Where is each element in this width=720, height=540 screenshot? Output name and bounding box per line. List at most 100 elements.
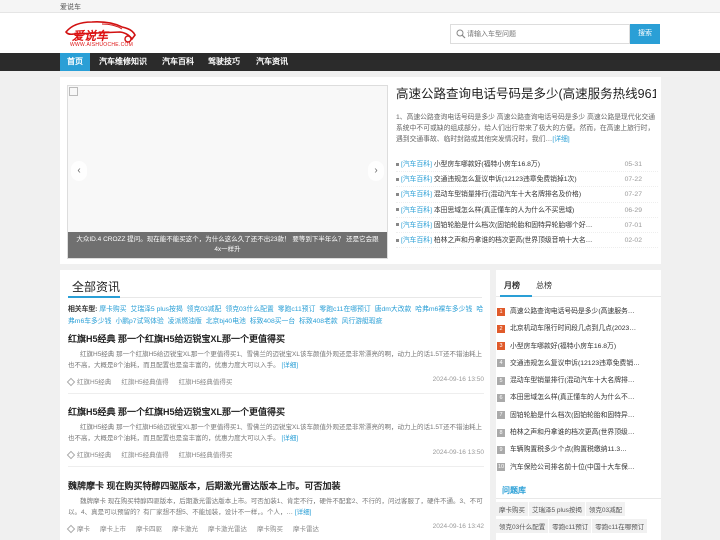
article-description: 红旗H5经典 那一个红旗H5给迈锐宝XL那一个更值得买1、雪佛兰的迈锐宝XL该车… xyxy=(68,424,482,442)
article-tag[interactable]: 红旗H5经典值得买 xyxy=(179,452,233,459)
article-title[interactable]: 红旗H5经典 那一个红旗H5给迈锐宝XL那一个更值得买 xyxy=(68,332,484,345)
rank-item[interactable]: 7 固铂轮胎是什么档次(固铂轮胎和固特异… xyxy=(496,407,661,424)
model-tag[interactable]: 零跑c11在哪预订 xyxy=(319,306,370,313)
search-button[interactable]: 搜索 xyxy=(630,24,660,44)
image-slider[interactable]: ‹ › 大众ID.4 CROZZ 提问。现在能不能买这个，为什么这么久了还不出2… xyxy=(67,85,388,259)
article-tag[interactable]: 摩卡激光 xyxy=(172,526,198,533)
slider-prev-button[interactable]: ‹ xyxy=(71,161,87,181)
nav-driving-tips[interactable]: 驾驶技巧 xyxy=(201,53,247,71)
question-tag[interactable]: 摩卡购买 xyxy=(496,502,528,516)
bullet-icon xyxy=(396,162,399,166)
question-tag[interactable]: 艾瑞泽5 plus按揭 xyxy=(529,502,585,516)
article-tag[interactable]: 红旗H5经典值得 xyxy=(121,379,168,386)
nav-home[interactable]: 首页 xyxy=(60,53,90,71)
list-title[interactable]: 混动车型销量排行(混动汽车十大名牌排名及价格) xyxy=(434,191,581,198)
news-panel: 全部资讯 相关车型: 摩卡购买 艾瑞泽5 plus按揭 领克03减配 领克03什么配置… xyxy=(60,270,490,540)
list-item[interactable]: [汽车百科] 交通违规怎么复议申诉(12123违章免费销掉1次) 07-22 xyxy=(396,172,658,188)
rank-item[interactable]: 9 车辆购置税多少个点(购置税缴纳11.3… xyxy=(496,441,661,458)
model-tag[interactable]: 小鹏p7试驾体验 xyxy=(115,318,163,325)
nav-repair-knowledge[interactable]: 汽车维修知识 xyxy=(92,53,154,71)
list-title[interactable]: 柏林之声和丹拿谁的档次更高(世界顶级音响十大名… xyxy=(434,237,593,244)
model-tag[interactable]: 领克03什么配置 xyxy=(225,306,273,313)
tab-total[interactable]: 总榜 xyxy=(536,280,552,291)
model-tag[interactable]: 凌派燃油版 xyxy=(168,318,202,325)
featured-more-link[interactable]: [详细] xyxy=(552,136,569,143)
model-tag[interactable]: 零跑c11预订 xyxy=(278,306,316,313)
site-name[interactable]: 爱说车 xyxy=(60,2,81,12)
rank-item[interactable]: 6 本田思域怎么样(真正懂车的人为什么不… xyxy=(496,389,661,406)
question-tag[interactable]: 领克03什么配置 xyxy=(496,519,549,533)
list-category[interactable]: [汽车百科] xyxy=(401,222,432,229)
article-tag[interactable]: 摩卡购买 xyxy=(257,526,283,533)
list-item[interactable]: [汽车百科] 柏林之声和丹拿谁的档次更高(世界顶级音响十大名… 02-02 xyxy=(396,233,658,249)
rank-title[interactable]: 固铂轮胎是什么档次(固铂轮胎和固特异… xyxy=(510,412,635,419)
rank-item[interactable]: 3 小型房车哪款好(福特小房车16.8万) xyxy=(496,338,661,355)
search-input[interactable] xyxy=(467,27,627,41)
rank-item[interactable]: 8 柏林之声和丹拿谁的档次更高(世界顶级… xyxy=(496,424,661,441)
rank-title[interactable]: 北京机动车限行时间段几点到几点(2023… xyxy=(510,325,636,332)
rank-item[interactable]: 1 高速公路查询电话号码是多少(高速服务… xyxy=(496,303,661,320)
site-logo[interactable]: 爱说车 WWW.AISHUOCHE.COM xyxy=(62,18,140,50)
list-category[interactable]: [汽车百科] xyxy=(401,176,432,183)
list-item[interactable]: [汽车百科] 固铂轮胎是什么档次(固铂轮胎和固特异轮胎哪个好… 07-01 xyxy=(396,218,658,233)
model-tag[interactable]: 北京bj40电池 xyxy=(206,318,246,325)
list-title[interactable]: 本田思域怎么样(真正懂车的人为什么不买思域) xyxy=(434,207,574,214)
rank-title[interactable]: 混动车型销量排行(混动汽车十大名牌排… xyxy=(510,377,635,384)
list-category[interactable]: [汽车百科] xyxy=(401,191,432,198)
article-more-link[interactable]: [详细] xyxy=(281,362,298,369)
article-more-link[interactable]: [详细] xyxy=(281,435,298,442)
model-tag[interactable]: 标致408买一台 xyxy=(250,318,295,325)
list-title[interactable]: 交通违规怎么复议申诉(12123违章免费销掉1次) xyxy=(434,176,577,183)
article-tag[interactable]: 红旗H5经典值得 xyxy=(121,452,168,459)
model-tag[interactable]: 艾瑞泽5 plus按揭 xyxy=(131,306,183,313)
list-category[interactable]: [汽车百科] xyxy=(401,237,432,244)
question-tag[interactable]: 零跑c11预订 xyxy=(549,519,592,533)
nav-car-news[interactable]: 汽车资讯 xyxy=(249,53,295,71)
rank-title[interactable]: 本田思域怎么样(真正懂车的人为什么不… xyxy=(510,394,635,401)
article-tag[interactable]: 摩卡四驱 xyxy=(136,526,162,533)
tab-monthly[interactable]: 月榜 xyxy=(504,280,520,291)
article-tag[interactable]: 红旗H5经典值得买 xyxy=(179,379,233,386)
question-library: 问题库 摩卡购买 艾瑞泽5 plus按揭 领克03减配领克03什么配置 零跑c11预订… xyxy=(496,483,661,536)
list-category[interactable]: [汽车百科] xyxy=(401,207,432,214)
rank-title[interactable]: 柏林之声和丹拿谁的档次更高(世界顶级… xyxy=(510,429,635,436)
article-tag[interactable]: 摩卡激光雷达 xyxy=(208,526,247,533)
article-title[interactable]: 魏牌摩卡 现在购买特醇四驱版本，后期激光雷达版本上市。可否加装 xyxy=(68,479,484,492)
slider-next-button[interactable]: › xyxy=(368,161,384,181)
rank-item[interactable]: 5 混动车型销量排行(混动汽车十大名牌排… xyxy=(496,372,661,389)
article-title[interactable]: 红旗H5经典 那一个红旗H5给迈锐宝XL那一个更值得买 xyxy=(68,405,484,418)
article-tag[interactable]: 摩卡雷达 xyxy=(293,526,319,533)
rank-title[interactable]: 小型房车哪款好(福特小房车16.8万) xyxy=(510,343,616,350)
article-meta: 红旗H5经典 红旗H5经典值得 红旗H5经典值得买 2024-09-16 13:50 xyxy=(66,449,484,460)
slider-caption[interactable]: 大众ID.4 CROZZ 提问。现在能不能买这个，为什么这么久了还不出23款！ … xyxy=(68,232,387,258)
list-item[interactable]: [汽车百科] 本田思域怎么样(真正懂车的人为什么不买思域) 06-29 xyxy=(396,203,658,218)
rank-title[interactable]: 车辆购置税多少个点(购置税缴纳11.3… xyxy=(510,446,627,453)
article-tag[interactable]: 红旗H5经典 xyxy=(77,452,111,459)
model-tag[interactable]: 风行游艇瑕疵 xyxy=(342,318,383,325)
list-item[interactable]: [汽车百科] 小型房车哪款好(福特小房车16.8万) 05-31 xyxy=(396,157,658,173)
list-title[interactable]: 固铂轮胎是什么档次(固铂轮胎和固特异轮胎哪个好… xyxy=(434,222,593,229)
question-tag[interactable]: 领克03减配 xyxy=(585,502,626,516)
model-tag[interactable]: 唐dm大改款 xyxy=(375,306,412,313)
list-title[interactable]: 小型房车哪款好(福特小房车16.8万) xyxy=(434,161,540,168)
model-tag[interactable]: 哈弗m6裸车多少钱 xyxy=(415,306,472,313)
rank-item[interactable]: 4 交通违规怎么复议申诉(12123违章免费销… xyxy=(496,355,661,372)
rank-title[interactable]: 交通违规怎么复议申诉(12123违章免费销… xyxy=(510,360,640,367)
rank-item[interactable]: 10 汽车保险公司排名前十位(中国十大车保… xyxy=(496,459,661,476)
model-tag[interactable]: 标致408老款 xyxy=(299,318,338,325)
rank-number: 2 xyxy=(497,324,505,333)
nav-car-encyclopedia[interactable]: 汽车百科 xyxy=(155,53,201,71)
model-tag[interactable]: 摩卡购买 xyxy=(99,306,126,313)
rank-title[interactable]: 汽车保险公司排名前十位(中国十大车保… xyxy=(510,464,635,471)
article-more-link[interactable]: [详细] xyxy=(295,509,312,516)
question-tag[interactable]: 零跑c11在哪预订 xyxy=(592,519,648,533)
article-tag[interactable]: 红旗H5经典 xyxy=(77,379,111,386)
list-item[interactable]: [汽车百科] 混动车型销量排行(混动汽车十大名牌排名及价格) 07-27 xyxy=(396,187,658,203)
article-tag[interactable]: 摩卡 xyxy=(77,526,90,533)
featured-title[interactable]: 高速公路查询电话号码是多少(高速服务热线961 xyxy=(396,85,656,103)
rank-item[interactable]: 2 北京机动车限行时间段几点到几点(2023… xyxy=(496,320,661,337)
model-tag[interactable]: 领克03减配 xyxy=(187,306,222,313)
list-category[interactable]: [汽车百科] xyxy=(401,161,432,168)
rank-title[interactable]: 高速公路查询电话号码是多少(高速服务… xyxy=(510,308,635,315)
article-tag[interactable]: 摩卡上市 xyxy=(100,526,126,533)
